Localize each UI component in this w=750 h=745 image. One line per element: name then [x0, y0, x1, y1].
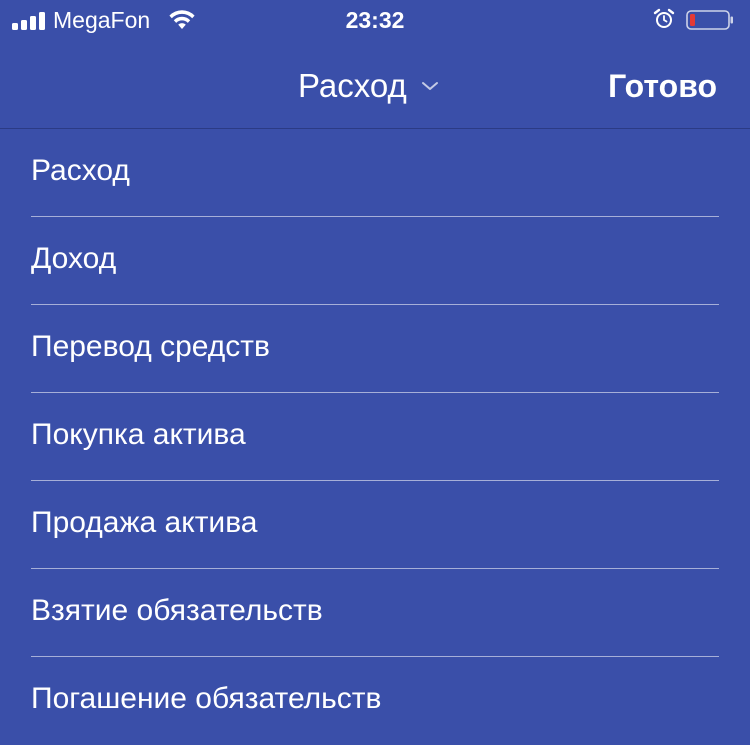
list-item-label: Продажа актива: [31, 506, 258, 539]
list-item-liability-repayment[interactable]: Погашение обязательств: [0, 657, 750, 745]
list-item-label: Расход: [31, 154, 130, 187]
alarm-icon: [653, 8, 675, 28]
list-item-label: Покупка актива: [31, 418, 246, 451]
list-item-transfer[interactable]: Перевод средств: [0, 305, 750, 393]
done-button[interactable]: Готово: [608, 66, 717, 106]
list-item-label: Взятие обязательств: [31, 594, 323, 627]
transaction-type-list: Расход Доход Перевод средств Покупка акт…: [0, 129, 750, 745]
list-item-expense[interactable]: Расход: [0, 129, 750, 217]
status-bar: MegaFon 23:32: [0, 0, 750, 40]
nav-title: Расход: [298, 67, 407, 104]
list-item-label: Погашение обязательств: [31, 682, 382, 715]
list-item-liability-taking[interactable]: Взятие обязательств: [0, 569, 750, 657]
list-item-label: Перевод средств: [31, 330, 270, 363]
battery-icon: [686, 10, 733, 30]
transaction-type-selector[interactable]: Расход: [298, 66, 439, 106]
chevron-down-icon: [421, 82, 438, 90]
clock: 23:32: [345, 7, 405, 33]
list-item-asset-sale[interactable]: Продажа актива: [0, 481, 750, 569]
list-item-income[interactable]: Доход: [0, 217, 750, 305]
navigation-bar: Расход Готово: [0, 40, 750, 129]
list-item-label: Доход: [31, 242, 117, 275]
list-item-asset-purchase[interactable]: Покупка актива: [0, 393, 750, 481]
